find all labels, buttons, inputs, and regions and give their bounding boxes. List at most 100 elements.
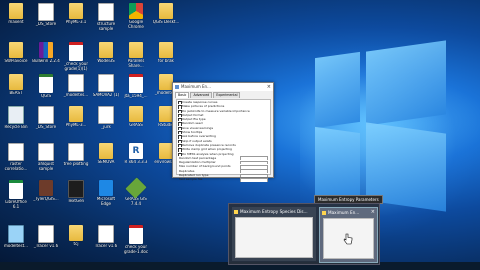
thumbnail-window-2[interactable]: Maximum En... × bbox=[319, 207, 378, 263]
desktop-icon-label: SWPiavoice bbox=[4, 59, 28, 63]
bin-icon bbox=[8, 106, 24, 124]
desktop-icon[interactable]: Tracer v1.6 bbox=[92, 224, 120, 258]
desktop-icon-label: SAMOVA2 (1) bbox=[92, 93, 120, 97]
desktop-icon-label: raster correlatio... bbox=[4, 162, 28, 171]
desktop-icon[interactable]: SEMOVA bbox=[92, 142, 120, 176]
desktop-icon[interactable]: modeltest... bbox=[2, 224, 30, 258]
desktop-icon[interactable]: check your grade-1.doc bbox=[122, 224, 150, 258]
desktop-icon-label: Google Chrome bbox=[128, 20, 144, 29]
tab-advanced[interactable]: Advanced bbox=[190, 92, 213, 98]
desktop-icon-label: Parallels Share... bbox=[127, 59, 145, 68]
folder-icon bbox=[9, 42, 23, 58]
desktop-icon-label: ahlquist sample bbox=[38, 162, 54, 171]
desktop-icon-label: _modeltes... bbox=[63, 93, 89, 97]
desktop-icon[interactable]: SAMOVA2 (1) bbox=[92, 73, 120, 107]
desktop-icon[interactable]: _TylerQGIS... bbox=[32, 179, 60, 213]
desktop-icon[interactable]: Parallels Share... bbox=[122, 41, 150, 75]
doc-icon bbox=[38, 225, 54, 243]
folder-icon bbox=[159, 74, 173, 90]
desktop-icon[interactable]: structure sample bbox=[92, 2, 120, 36]
desktop-icon-label: QGIS bbox=[41, 94, 51, 98]
desktop-icon[interactable]: tcj bbox=[62, 224, 90, 258]
desktop-icon-label: GRASS bbox=[129, 123, 143, 127]
desktop-icon[interactable]: QGIS bbox=[32, 73, 60, 107]
desktop-icon[interactable]: _jurk bbox=[92, 105, 120, 139]
desktop-icon-label: TextGen bbox=[67, 199, 85, 203]
desktop-icon[interactable]: Bullwrin 2.2.4 bbox=[32, 41, 60, 75]
doc-icon bbox=[98, 3, 114, 21]
zip-icon bbox=[39, 42, 53, 58]
desktop-icon-label: QGIS Deskt... bbox=[152, 20, 180, 24]
maxent-dialog[interactable]: Maximum En... × Basic Advanced Experimen… bbox=[172, 82, 274, 182]
folder-icon bbox=[159, 42, 173, 58]
desktop-icon-label: modeltest... bbox=[4, 244, 28, 248]
doc-icon bbox=[38, 106, 54, 124]
desktop-icon[interactable]: Microsoft Edge bbox=[92, 179, 120, 213]
setting-label: Test sample file bbox=[179, 177, 203, 182]
setting-field-row[interactable]: Test sample file bbox=[177, 177, 270, 182]
pdf-icon bbox=[129, 74, 143, 93]
desktop-icon-label: PhyML-3... bbox=[65, 123, 87, 127]
maxent-titlebar[interactable]: Maximum En... × bbox=[173, 83, 273, 91]
edge-icon bbox=[99, 180, 113, 196]
desktop-icon[interactable]: SWPiavoice bbox=[2, 41, 30, 75]
tab-basic[interactable]: Basic bbox=[175, 92, 190, 98]
desktop-icon[interactable]: GRASS GIS 7.4.4 bbox=[122, 177, 150, 213]
thumbnail-title: Maximum En... bbox=[328, 210, 360, 215]
desktop-icon[interactable]: QGIS Deskt... bbox=[152, 2, 180, 36]
folder-icon bbox=[69, 3, 83, 19]
folder-icon bbox=[99, 143, 113, 159]
folder-icon bbox=[9, 74, 23, 90]
folder-icon bbox=[69, 225, 83, 241]
desktop-icon[interactable]: _DS_Store bbox=[32, 105, 60, 139]
java-app-icon bbox=[322, 211, 326, 215]
folder-icon bbox=[129, 106, 143, 122]
desktop-icon[interactable]: for brak bbox=[152, 41, 180, 75]
thumbnail-window-1[interactable]: Maximum Entropy Species Dis... bbox=[232, 207, 316, 261]
java-app-icon bbox=[234, 210, 238, 214]
desktop-icon[interactable]: _DS_Store bbox=[32, 2, 60, 36]
desktop-icon-label: structure sample bbox=[96, 22, 116, 31]
tex-icon bbox=[39, 74, 53, 93]
desktop-icon[interactable]: maxent bbox=[2, 2, 30, 36]
desktop-icon[interactable]: PhyML-3.1 bbox=[62, 2, 90, 36]
folder-icon bbox=[159, 143, 173, 159]
desktop-icon-label: R x64 3.3.3 bbox=[124, 160, 148, 164]
desktop-icon-label: _Tracer v1.6 bbox=[33, 244, 59, 248]
lo-icon bbox=[9, 180, 23, 199]
desktop-icon[interactable]: RR x64 3.3.3 bbox=[122, 142, 150, 176]
close-icon[interactable]: × bbox=[267, 83, 271, 91]
desktop-icon[interactable]: PhyML-3... bbox=[62, 105, 90, 139]
desktop-icon[interactable]: BEAST bbox=[2, 73, 30, 107]
desktop-icon[interactable]: _check your grade(1)(1) bbox=[62, 41, 90, 75]
tab-experimental[interactable]: Experimental bbox=[213, 92, 241, 98]
desktop-icon[interactable]: jta_1594_... bbox=[122, 73, 150, 107]
r-icon: R bbox=[129, 143, 143, 159]
folder-icon bbox=[69, 106, 83, 122]
desktop-icon[interactable]: ahlquist sample bbox=[32, 142, 60, 176]
doc-icon bbox=[98, 106, 114, 124]
text-field[interactable] bbox=[240, 177, 268, 182]
tyler-icon bbox=[39, 180, 53, 196]
desktop-icon[interactable]: TextGen bbox=[62, 179, 90, 213]
java-app-icon bbox=[175, 85, 179, 89]
thumbnail-title: Maximum Entropy Species Dis... bbox=[240, 209, 308, 214]
desktop-icon[interactable]: _modeltes... bbox=[62, 73, 90, 107]
close-icon[interactable]: × bbox=[371, 209, 375, 215]
maxent-tab-strip: Basic Advanced Experimental bbox=[173, 91, 273, 98]
desktop-icon[interactable]: raster correlatio... bbox=[2, 142, 30, 176]
desktop-icon[interactable]: Recycle Bin bbox=[2, 105, 30, 139]
grass-icon bbox=[125, 177, 147, 199]
doc-icon bbox=[98, 74, 114, 92]
desktop-icon[interactable]: Wodel3S bbox=[92, 41, 120, 75]
folder-icon bbox=[159, 106, 173, 122]
desktop-icon[interactable]: _Tracer v1.6 bbox=[32, 224, 60, 258]
cmd-icon bbox=[68, 180, 84, 198]
desktop-icon[interactable]: GRASS bbox=[122, 105, 150, 139]
desktop-icon[interactable]: Google Chrome bbox=[122, 2, 150, 36]
desktop-icon-label: SEMOVA bbox=[97, 160, 115, 164]
desktop-icon-label: maxent bbox=[8, 20, 24, 24]
desktop-icon[interactable]: LibreOffice 6.1 bbox=[2, 179, 30, 213]
desktop-icon[interactable]: tree plotting bbox=[62, 142, 90, 176]
desktop-icon-label: Wodel3S bbox=[97, 59, 115, 63]
